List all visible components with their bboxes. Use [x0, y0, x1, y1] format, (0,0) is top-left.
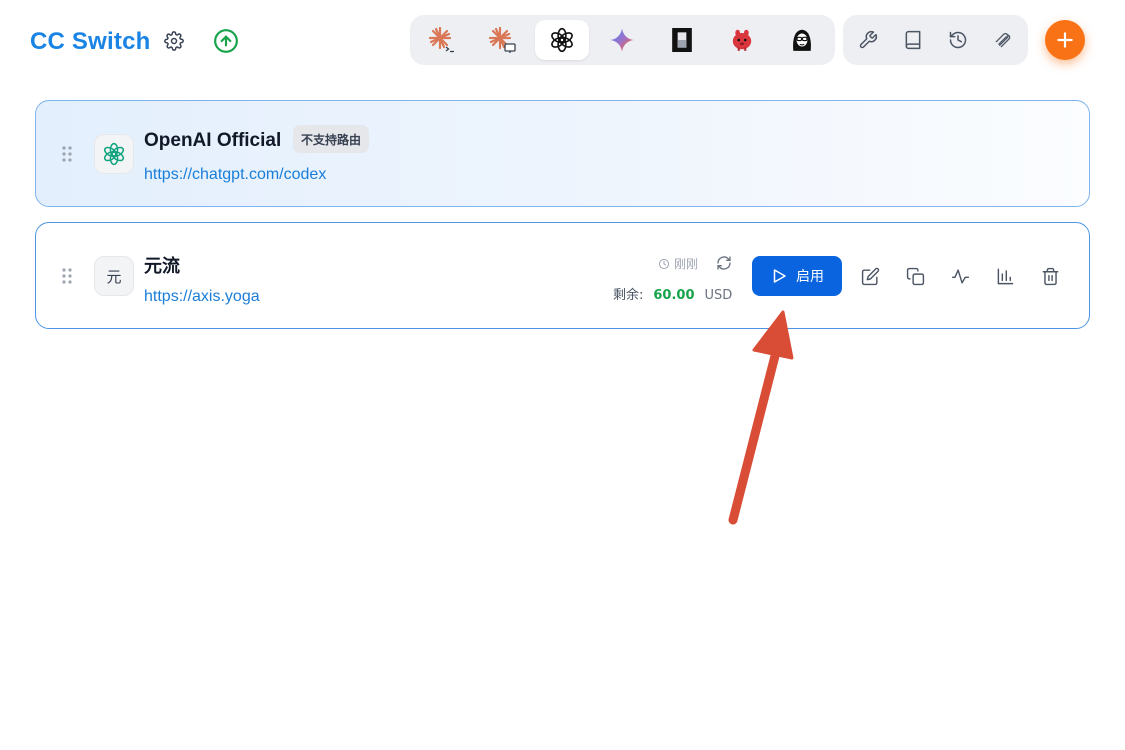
- app-tab-claude-desktop[interactable]: [475, 20, 529, 60]
- enable-button[interactable]: 启用: [752, 256, 842, 296]
- usage-updated-time: 刚刚: [658, 255, 698, 272]
- delete-button[interactable]: [1037, 263, 1063, 289]
- enable-button-label: 启用: [796, 269, 824, 285]
- add-provider-button[interactable]: [1045, 20, 1085, 60]
- wrench-icon: [859, 30, 878, 49]
- character-icon: [793, 29, 811, 51]
- app-switcher: [410, 15, 835, 65]
- trash-icon: [1042, 267, 1058, 285]
- usage-time-label: 刚刚: [674, 257, 699, 271]
- book-icon: [905, 30, 921, 50]
- app-tab-gemini[interactable]: [595, 20, 649, 60]
- update-button[interactable]: [212, 27, 240, 55]
- history-icon: [949, 31, 967, 49]
- skills-button[interactable]: [988, 25, 1018, 55]
- provider-name: 元流: [144, 256, 180, 277]
- remaining-currency: USD: [704, 288, 733, 303]
- refresh-usage-button[interactable]: [716, 255, 732, 271]
- app-tab-red-app[interactable]: [715, 20, 769, 60]
- claude-desktop-icon: [488, 26, 516, 53]
- app-tab-claude-code[interactable]: [415, 20, 469, 60]
- tools-group: [843, 15, 1028, 65]
- provider-icon: [94, 134, 134, 174]
- remaining-amount: 60.00: [653, 288, 695, 303]
- tools-button[interactable]: [853, 25, 883, 55]
- arrow-up-circle-icon: [214, 29, 238, 53]
- provider-url-link[interactable]: https://chatgpt.com/codex: [144, 166, 326, 184]
- provider-name: OpenAI Official: [144, 130, 282, 151]
- drag-handle-icon[interactable]: [61, 267, 73, 285]
- app-title: CC Switch: [30, 28, 151, 55]
- history-button[interactable]: [943, 25, 973, 55]
- app-tab-avatar-app[interactable]: [775, 20, 829, 60]
- play-icon: [773, 269, 786, 283]
- plus-icon: [1057, 32, 1073, 48]
- drag-handle-icon[interactable]: [61, 145, 73, 163]
- red-mascot-icon: [732, 29, 752, 51]
- provider-card-yuanliu[interactable]: 元 元流 https://axis.yoga 刚刚 剩余: 60.00 USD …: [35, 222, 1090, 329]
- activity-icon: [951, 268, 969, 284]
- openai-icon: [551, 27, 573, 53]
- provider-icon: 元: [94, 256, 134, 296]
- claude-terminal-icon: [428, 26, 454, 53]
- clock-icon: [659, 258, 669, 269]
- opencode-icon: [672, 28, 692, 52]
- edit-button[interactable]: [857, 263, 883, 289]
- app-tab-opencode[interactable]: [655, 20, 709, 60]
- remaining-label: 剩余:: [613, 288, 644, 303]
- copy-icon: [906, 267, 924, 285]
- bar-chart-icon: [997, 268, 1013, 284]
- app-tab-codex[interactable]: [535, 20, 589, 60]
- gear-icon: [164, 31, 184, 51]
- paperclip-stack-icon: [995, 33, 1011, 48]
- provider-card-openai-official[interactable]: OpenAI Official 不支持路由 https://chatgpt.co…: [35, 100, 1090, 207]
- openai-icon: [103, 142, 125, 166]
- routing-badge: 不支持路由: [293, 125, 370, 153]
- remaining-balance: 剩余: 60.00 USD: [613, 284, 732, 303]
- provider-url-link[interactable]: https://axis.yoga: [144, 288, 260, 306]
- duplicate-button[interactable]: [902, 263, 928, 289]
- edit-icon: [861, 267, 879, 285]
- usage-stats-button[interactable]: [992, 263, 1018, 289]
- refresh-icon: [717, 256, 731, 270]
- docs-button[interactable]: [898, 25, 928, 55]
- settings-button[interactable]: [160, 27, 188, 55]
- test-button[interactable]: [947, 263, 973, 289]
- gemini-icon: [610, 28, 634, 52]
